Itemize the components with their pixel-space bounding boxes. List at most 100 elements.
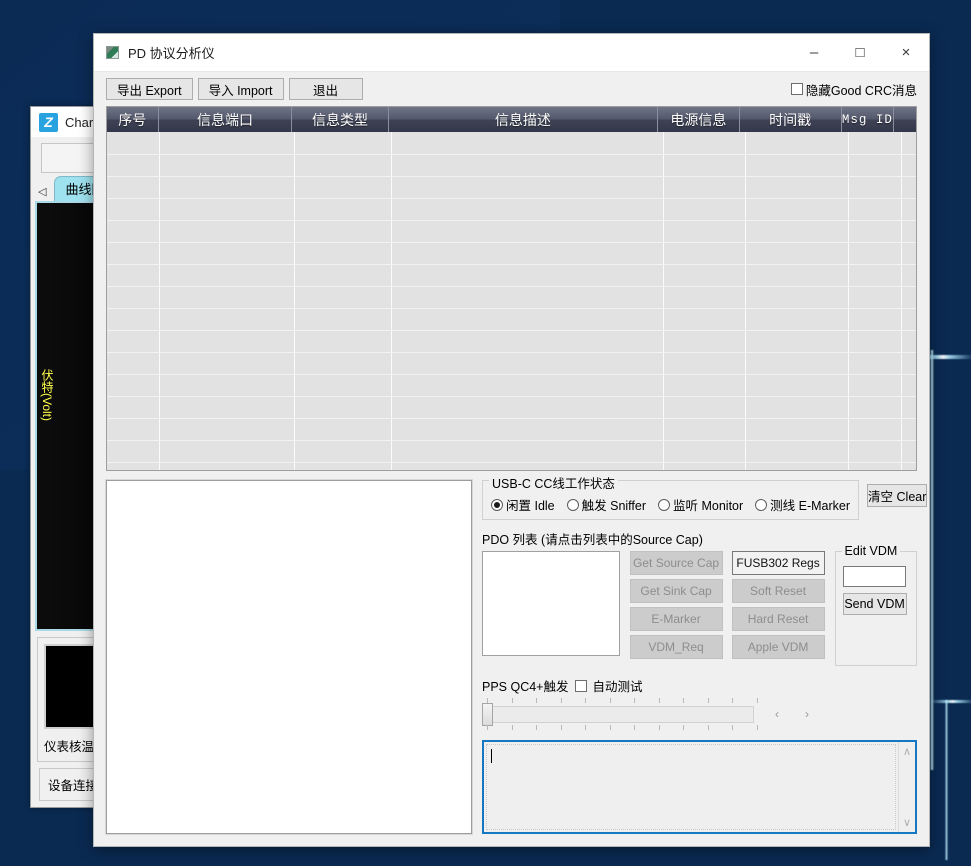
hide-good-crc-label: 隐藏Good CRC消息 <box>806 80 917 99</box>
table-gridline-vertical <box>901 132 902 471</box>
table-header-电源信息[interactable]: 电源信息 <box>658 107 739 132</box>
text-caret <box>491 749 492 763</box>
cc-state-group: USB-C CC线工作状态 闲置 Idle触发 Sniffer监听 Monito… <box>482 480 859 520</box>
table-header-信息描述[interactable]: 信息描述 <box>389 107 659 132</box>
radio-icon[interactable] <box>658 499 670 511</box>
maximize-button[interactable]: □ <box>837 34 883 72</box>
button-e-marker: E-Marker <box>630 607 723 631</box>
radio-icon[interactable] <box>491 499 503 511</box>
slider-tick <box>487 725 488 730</box>
slider-tick <box>683 698 684 703</box>
table-body[interactable] <box>107 132 916 471</box>
close-button[interactable]: × <box>883 34 929 72</box>
pps-row: PPS QC4+触发 自动测试 <box>482 676 917 695</box>
tab-scroll-left-icon[interactable]: ◁ <box>36 185 51 201</box>
radio-icon[interactable] <box>567 499 579 511</box>
table-header-时间戳[interactable]: 时间戳 <box>740 107 842 132</box>
table-gridline-horizontal <box>107 220 916 221</box>
log-textarea[interactable]: ∧ ∨ <box>482 740 917 834</box>
lower-area: USB-C CC线工作状态 闲置 Idle 触发 Sniffer 监听 Monito… <box>94 471 929 846</box>
cc-radio-sniffer[interactable]: 触发 Sniffer <box>567 495 646 514</box>
app-icon <box>106 46 119 59</box>
button-fusb302-regs[interactable]: FUSB302 Regs <box>732 551 825 575</box>
cc-radio-group[interactable]: 闲置 Idle 触发 Sniffer 监听 Monitor 测线 E-Marker <box>491 495 850 514</box>
log-text-content[interactable] <box>486 744 896 830</box>
table-header-信息端口[interactable]: 信息端口 <box>159 107 293 132</box>
slider-track[interactable] <box>482 706 754 723</box>
pdo-list[interactable] <box>482 551 620 656</box>
clear-button[interactable]: 清空 Clear <box>867 484 927 507</box>
slider-tick <box>659 698 660 703</box>
charger-logo-icon: Z <box>39 113 58 132</box>
table-gridline-horizontal <box>107 198 916 199</box>
table-gridline-vertical <box>159 132 160 471</box>
table-gridline-horizontal <box>107 286 916 287</box>
pd-analyzer-window[interactable]: PD 协议分析仪 – □ × 导出 Export 导入 Import 退出 隐藏… <box>93 33 930 847</box>
cc-radio-idle[interactable]: 闲置 Idle <box>491 495 555 514</box>
exit-button[interactable]: 退出 <box>289 78 363 100</box>
send-vdm-button[interactable]: Send VDM <box>843 593 907 615</box>
checkbox-icon[interactable] <box>791 83 803 95</box>
cc-radio-monitor[interactable]: 监听 Monitor <box>658 495 743 514</box>
cc-state-row: USB-C CC线工作状态 闲置 Idle触发 Sniffer监听 Monito… <box>482 480 917 520</box>
slider-next-button[interactable]: › <box>796 704 818 724</box>
cc-radio-label: 触发 Sniffer <box>582 495 646 514</box>
button-get-source-cap: Get Source Cap <box>630 551 723 575</box>
table-header-blank[interactable] <box>894 107 916 132</box>
cc-state-group-label: USB-C CC线工作状态 <box>489 473 618 492</box>
slider-thumb[interactable] <box>482 703 493 726</box>
slider-tick <box>708 698 709 703</box>
pps-label: PPS QC4+触发 <box>482 676 569 695</box>
log-scrollbar[interactable]: ∧ ∨ <box>898 742 915 832</box>
desktop-light-ray <box>930 350 934 770</box>
export-button[interactable]: 导出 Export <box>106 78 193 100</box>
table-gridline-horizontal <box>107 374 916 375</box>
toolbar: 导出 Export 导入 Import 退出 隐藏Good CRC消息 <box>94 72 929 106</box>
slider-prev-button[interactable]: ‹ <box>766 704 788 724</box>
cc-radio-label: 监听 Monitor <box>673 495 743 514</box>
slider-tick <box>561 698 562 703</box>
button-soft-reset: Soft Reset <box>732 579 825 603</box>
hide-good-crc-checkbox[interactable]: 隐藏Good CRC消息 <box>791 80 917 99</box>
radio-icon[interactable] <box>755 499 767 511</box>
slider-tick <box>659 725 660 730</box>
slider-tick <box>732 698 733 703</box>
table-header-信息类型[interactable]: 信息类型 <box>292 107 388 132</box>
slider-tick <box>757 698 758 703</box>
button-apple-vdm: Apple VDM <box>732 635 825 659</box>
desktop-light-ray <box>945 700 948 860</box>
message-table[interactable]: 序号信息端口信息类型信息描述电源信息时间戳Msg ID <box>106 106 917 471</box>
message-detail-panel[interactable] <box>106 480 472 834</box>
table-gridline-vertical <box>663 132 664 471</box>
table-header-row: 序号信息端口信息类型信息描述电源信息时间戳Msg ID <box>107 107 916 132</box>
table-gridline-horizontal <box>107 330 916 331</box>
slider-tick <box>487 698 488 703</box>
table-gridline-horizontal <box>107 308 916 309</box>
slider-tick <box>683 725 684 730</box>
table-header-序号[interactable]: 序号 <box>107 107 159 132</box>
scroll-up-icon[interactable]: ∧ <box>903 745 911 758</box>
cc-radio-e-marker[interactable]: 测线 E-Marker <box>755 495 850 514</box>
control-panel: USB-C CC线工作状态 闲置 Idle触发 Sniffer监听 Monito… <box>482 480 917 834</box>
edit-vdm-label: Edit VDM <box>842 544 901 558</box>
table-gridline-horizontal <box>107 176 916 177</box>
auto-test-checkbox-icon[interactable] <box>575 680 587 692</box>
table-gridline-horizontal <box>107 462 916 463</box>
minimize-button[interactable]: – <box>791 34 837 72</box>
pps-slider[interactable] <box>482 697 758 731</box>
scroll-down-icon[interactable]: ∨ <box>903 816 911 829</box>
chart-y-axis-label: 伏特(Volt) <box>39 369 56 421</box>
table-gridline-horizontal <box>107 440 916 441</box>
button-get-sink-cap: Get Sink Cap <box>630 579 723 603</box>
window-titlebar[interactable]: PD 协议分析仪 – □ × <box>94 34 929 72</box>
slider-tick <box>610 698 611 703</box>
table-gridline-horizontal <box>107 154 916 155</box>
table-header-Msg ID[interactable]: Msg ID <box>842 107 895 132</box>
button-hard-reset: Hard Reset <box>732 607 825 631</box>
import-button[interactable]: 导入 Import <box>198 78 284 100</box>
slider-tick <box>536 725 537 730</box>
vdm-input[interactable] <box>843 566 906 587</box>
window-title: PD 协议分析仪 <box>128 43 791 62</box>
button-vdm-req: VDM_Req <box>630 635 723 659</box>
slider-tick <box>732 725 733 730</box>
